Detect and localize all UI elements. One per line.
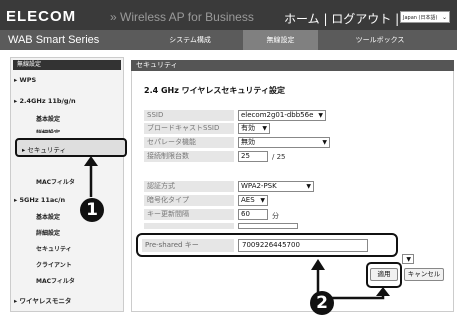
annotation-arrows: [84, 156, 390, 300]
arrow-2-right-head: [376, 287, 390, 296]
callout-2: 2: [310, 291, 334, 315]
arrow-2-up-head: [311, 259, 325, 270]
arrow-1-head: [84, 156, 98, 166]
callout-1: 1: [80, 198, 104, 222]
